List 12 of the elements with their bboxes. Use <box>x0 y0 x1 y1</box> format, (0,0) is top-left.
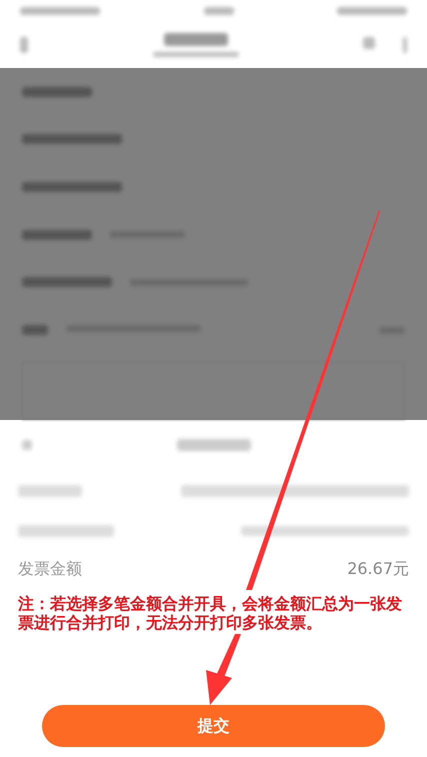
blurred-label <box>22 86 92 97</box>
text-area[interactable] <box>22 362 405 420</box>
invoice-amount-label: 发票金额 <box>18 558 82 580</box>
status-bar-text <box>337 7 407 15</box>
note-text: 注：若选择多笔金额合并开具，会将金额汇总为一张发票进行合并打印，无法分开打印多张发票。 <box>18 594 403 632</box>
submit-button[interactable]: 提交 <box>42 705 385 747</box>
blurred-label <box>22 325 48 336</box>
page-title <box>164 33 228 46</box>
invoice-amount-value: 26.67元 <box>347 558 409 580</box>
blurred-label <box>18 485 82 497</box>
blurred-label <box>22 230 92 240</box>
status-bar-text <box>204 7 234 15</box>
